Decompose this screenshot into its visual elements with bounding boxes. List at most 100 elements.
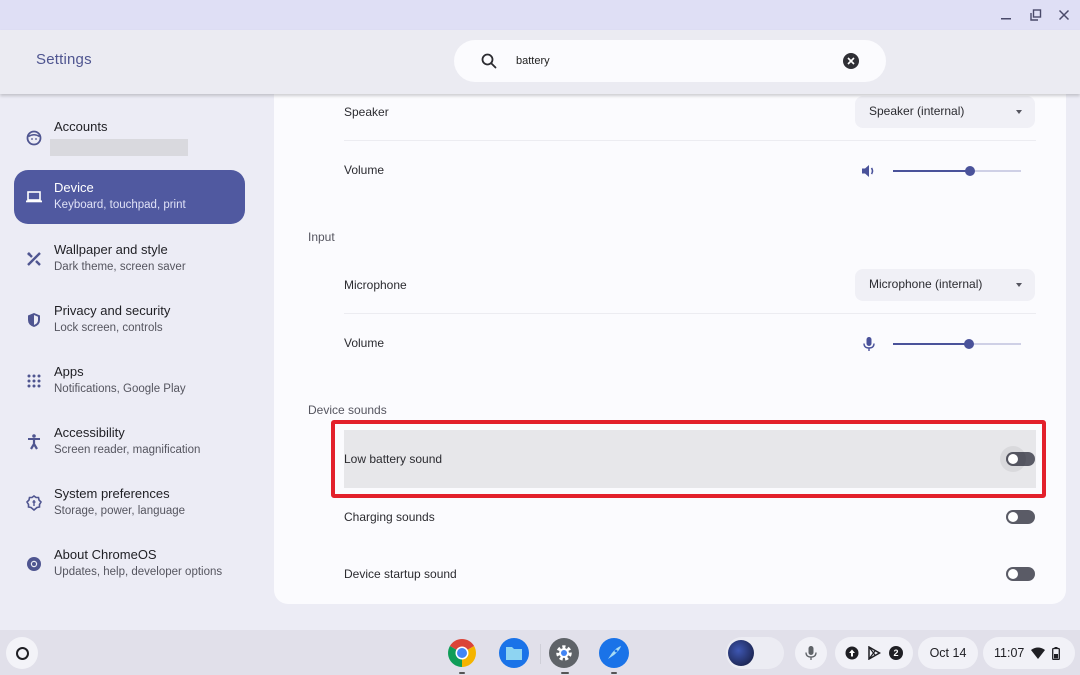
- low-battery-sound-toggle[interactable]: [1000, 446, 1035, 472]
- notification-status-pill[interactable]: 2: [835, 637, 913, 669]
- sidebar-item-label: Accessibility: [54, 425, 125, 440]
- upload-icon: [845, 646, 859, 660]
- running-indicator: [611, 672, 617, 674]
- clock-text: 11:07: [994, 646, 1025, 660]
- sidebar-item-sublabel: Notifications, Google Play: [54, 383, 186, 395]
- charging-sounds-toggle[interactable]: [1006, 510, 1035, 524]
- settings-gear-icon: [556, 645, 572, 661]
- sidebar-item-device[interactable]: Device Keyboard, touchpad, print: [14, 170, 245, 224]
- restore-button[interactable]: [1026, 5, 1046, 25]
- date-text: Oct 14: [929, 646, 967, 660]
- clear-search-button[interactable]: [843, 53, 859, 69]
- device-startup-sound-toggle[interactable]: [1006, 567, 1035, 581]
- device-startup-sound-label: Device startup sound: [344, 567, 457, 581]
- sidebar-item-label: Device: [54, 180, 94, 195]
- microphone-label: Microphone: [344, 278, 407, 292]
- sidebar-item-accessibility[interactable]: Accessibility Screen reader, magnificati…: [14, 415, 245, 469]
- shelf: 2 Oct 14 11:07: [0, 630, 1080, 675]
- sidebar-item-label: About ChromeOS: [54, 547, 157, 562]
- sidebar-item-system-preferences[interactable]: System preferences Storage, power, langu…: [14, 476, 245, 530]
- low-battery-sound-label: Low battery sound: [344, 452, 443, 466]
- wifi-icon: [1031, 647, 1046, 659]
- sidebar-item-sublabel: Storage, power, language: [54, 505, 186, 517]
- slider-fill: [893, 342, 969, 345]
- sidebar-item-wallpaper[interactable]: Wallpaper and style Dark theme, screen s…: [14, 232, 245, 286]
- slider-thumb[interactable]: [964, 166, 975, 176]
- media-preview-pill[interactable]: [726, 637, 784, 669]
- chrome-icon: [448, 639, 476, 667]
- running-indicator: [459, 672, 465, 674]
- sidebar-item-privacy[interactable]: Privacy and security Lock screen, contro…: [14, 293, 245, 347]
- speaker-dropdown-value: Speaker (internal): [869, 104, 965, 118]
- shelf-separator: [540, 644, 541, 664]
- divider: [344, 313, 1036, 314]
- sidebar-item-about-chromeos[interactable]: About ChromeOS Updates, help, developer …: [14, 537, 245, 591]
- input-section-label: Input: [308, 230, 335, 244]
- laptop-icon: [25, 188, 43, 206]
- files-folder-icon: [506, 647, 522, 660]
- settings-header: Settings: [0, 30, 1080, 94]
- microphone-dropdown-value: Microphone (internal): [869, 277, 983, 291]
- sidebar-item-sublabel: Keyboard, touchpad, print: [54, 199, 186, 211]
- app-title: Settings: [36, 51, 92, 68]
- close-button[interactable]: [1054, 5, 1074, 25]
- date-pill[interactable]: Oct 14: [918, 637, 978, 669]
- slider-thumb[interactable]: [963, 339, 974, 349]
- dropdown-arrow-icon: [1016, 110, 1022, 114]
- account-email-redacted: [50, 139, 188, 156]
- shelf-app-pinned[interactable]: [599, 638, 629, 668]
- speaker-label: Speaker: [344, 105, 389, 119]
- launcher-icon: [15, 646, 29, 660]
- speaker-dropdown[interactable]: Speaker (internal): [855, 96, 1035, 128]
- close-icon: [1058, 9, 1070, 21]
- main-content: Speaker Speaker (internal) Volume Input …: [272, 94, 1080, 630]
- low-battery-sound-row[interactable]: [344, 430, 1036, 488]
- charging-sounds-label: Charging sounds: [344, 510, 435, 524]
- search-input[interactable]: [516, 50, 836, 72]
- minimize-icon: [1001, 18, 1011, 20]
- shield-icon: [25, 311, 43, 329]
- system-status-pill[interactable]: 11:07: [983, 637, 1075, 669]
- sidebar: Accounts Device Keyboard, touchpad, prin…: [0, 94, 272, 630]
- slider-fill: [893, 169, 970, 172]
- toggle-knob: [1008, 512, 1018, 522]
- accessibility-icon: [25, 433, 43, 451]
- search-icon: [481, 53, 497, 69]
- minimize-button[interactable]: [996, 5, 1016, 25]
- restore-icon: [1030, 9, 1042, 21]
- output-volume-slider[interactable]: [893, 165, 1021, 177]
- sidebar-item-accounts[interactable]: Accounts: [14, 111, 245, 165]
- microphone-dropdown[interactable]: Microphone (internal): [855, 269, 1035, 301]
- account-face-icon: [25, 129, 43, 147]
- audio-settings-card: Speaker Speaker (internal) Volume Input …: [274, 94, 1066, 604]
- chromeos-icon: [25, 555, 43, 573]
- shelf-app-chrome[interactable]: [447, 638, 477, 668]
- input-volume-label: Volume: [344, 336, 385, 350]
- sidebar-item-sublabel: Screen reader, magnification: [54, 444, 201, 456]
- sidebar-item-sublabel: Dark theme, screen saver: [54, 261, 186, 273]
- running-indicator: [561, 672, 569, 674]
- apps-grid-icon: [25, 372, 43, 390]
- rocket-app-icon: [608, 646, 621, 659]
- sidebar-item-label: Privacy and security: [54, 303, 171, 318]
- microphone-icon[interactable]: [861, 336, 877, 352]
- sidebar-item-apps[interactable]: Apps Notifications, Google Play: [14, 354, 245, 408]
- sidebar-item-label: Accounts: [54, 119, 108, 134]
- system-gear-icon: [25, 494, 43, 512]
- speaker-volume-icon[interactable]: [861, 163, 877, 179]
- output-volume-label: Volume: [344, 163, 385, 177]
- sidebar-item-sublabel: Updates, help, developer options: [54, 566, 223, 578]
- sidebar-item-sublabel: Lock screen, controls: [54, 322, 163, 334]
- search-box[interactable]: [454, 40, 886, 82]
- media-thumbnail: [728, 640, 754, 666]
- sidebar-item-label: Wallpaper and style: [54, 242, 168, 257]
- sidebar-item-label: System preferences: [54, 486, 170, 501]
- dictation-button[interactable]: [795, 637, 827, 669]
- window-titlebar: [0, 0, 1080, 30]
- clear-icon: [847, 57, 855, 65]
- shelf-app-files[interactable]: [499, 638, 529, 668]
- launcher-button[interactable]: [6, 637, 38, 669]
- shelf-app-settings[interactable]: [549, 638, 579, 668]
- input-volume-slider[interactable]: [893, 338, 1021, 350]
- notification-count-badge: 2: [889, 646, 903, 660]
